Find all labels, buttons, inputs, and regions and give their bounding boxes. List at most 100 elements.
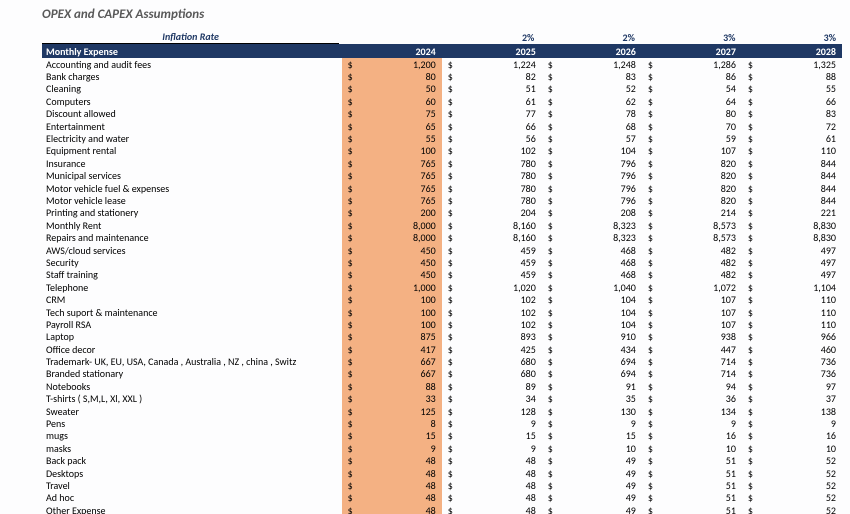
value-cell[interactable]: $72 [742,120,842,133]
value-cell[interactable]: $110 [742,144,842,157]
row-label[interactable]: Desktops [42,467,342,480]
value-cell[interactable]: $9 [742,417,842,430]
value-cell[interactable]: $460 [742,343,842,356]
value-cell[interactable]: $100 [342,318,442,331]
value-cell[interactable]: $48 [442,504,542,514]
value-cell[interactable]: $8,000 [342,231,442,244]
value-cell[interactable]: $221 [742,206,842,219]
row-label[interactable]: T-shirts ( S,M,L, Xl, XXL ) [42,392,342,405]
value-cell[interactable]: $15 [342,429,442,442]
value-cell[interactable]: $68 [542,120,642,133]
row-label[interactable]: Computers [42,95,342,108]
value-cell[interactable]: $52 [742,479,842,492]
value-cell[interactable]: $450 [342,256,442,269]
value-cell[interactable]: $51 [642,454,742,467]
row-label[interactable]: AWS/cloud services [42,244,342,257]
value-cell[interactable]: $497 [742,244,842,257]
year-header-cell[interactable]: 2024 [342,45,442,58]
value-cell[interactable]: $204 [442,206,542,219]
value-cell[interactable]: $52 [742,454,842,467]
value-cell[interactable]: $48 [442,467,542,480]
value-cell[interactable]: $425 [442,343,542,356]
value-cell[interactable]: $34 [442,392,542,405]
value-cell[interactable]: $100 [342,306,442,319]
value-cell[interactable]: $844 [742,157,842,170]
value-cell[interactable]: $938 [642,330,742,343]
value-cell[interactable]: $736 [742,355,842,368]
row-label[interactable]: Accounting and audit fees [42,58,342,71]
value-cell[interactable]: $10 [642,442,742,455]
value-cell[interactable]: $100 [342,144,442,157]
value-cell[interactable]: $1,020 [442,281,542,294]
value-cell[interactable]: $459 [442,256,542,269]
row-label[interactable]: CRM [42,293,342,306]
row-label[interactable]: Insurance [42,157,342,170]
value-cell[interactable]: $468 [542,244,642,257]
row-label[interactable]: Electricity and water [42,132,342,145]
value-cell[interactable]: $1,104 [742,281,842,294]
value-cell[interactable]: $75 [342,107,442,120]
value-cell[interactable]: $8,573 [642,219,742,232]
value-cell[interactable]: $51 [642,467,742,480]
value-cell[interactable]: $16 [742,429,842,442]
value-cell[interactable]: $910 [542,330,642,343]
value-cell[interactable]: $780 [442,157,542,170]
value-cell[interactable]: $434 [542,343,642,356]
value-cell[interactable]: $55 [742,82,842,95]
value-cell[interactable]: $214 [642,206,742,219]
row-label[interactable]: Laptop [42,330,342,343]
value-cell[interactable]: $8,323 [542,231,642,244]
value-cell[interactable]: $796 [542,194,642,207]
value-cell[interactable]: $55 [342,132,442,145]
value-cell[interactable]: $820 [642,182,742,195]
value-cell[interactable]: $8 [342,417,442,430]
value-cell[interactable]: $497 [742,256,842,269]
value-cell[interactable]: $468 [542,256,642,269]
year-header-cell[interactable]: 2027 [642,45,742,58]
value-cell[interactable]: $780 [442,169,542,182]
value-cell[interactable]: $88 [742,70,842,83]
value-cell[interactable]: $70 [642,120,742,133]
value-cell[interactable]: $10 [542,442,642,455]
value-cell[interactable]: $125 [342,405,442,418]
value-cell[interactable]: $91 [542,380,642,393]
row-label[interactable]: Trademark- UK, EU, USA, Canada , Austral… [42,355,342,368]
value-cell[interactable]: $8,830 [742,231,842,244]
row-label[interactable]: mugs [42,429,342,442]
value-cell[interactable]: $104 [542,306,642,319]
value-cell[interactable]: $417 [342,343,442,356]
value-cell[interactable]: $820 [642,169,742,182]
value-cell[interactable]: $65 [342,120,442,133]
row-label[interactable]: Motor vehicle lease [42,194,342,207]
value-cell[interactable]: $765 [342,169,442,182]
value-cell[interactable]: $66 [442,120,542,133]
value-cell[interactable]: $9 [542,417,642,430]
value-cell[interactable]: $1,000 [342,281,442,294]
value-cell[interactable]: $54 [642,82,742,95]
value-cell[interactable]: $9 [342,442,442,455]
value-cell[interactable]: $15 [442,429,542,442]
value-cell[interactable]: $482 [642,256,742,269]
value-cell[interactable]: $8,323 [542,219,642,232]
row-label[interactable]: Tech suport & maintenance [42,306,342,319]
value-cell[interactable]: $796 [542,157,642,170]
value-cell[interactable]: $56 [442,132,542,145]
row-label[interactable]: Motor vehicle fuel & expenses [42,182,342,195]
row-label[interactable]: Other Expense [42,504,342,514]
value-cell[interactable]: $52 [742,467,842,480]
row-label[interactable]: Telephone [42,281,342,294]
inflation-rate-cell[interactable]: 3% [741,31,842,44]
value-cell[interactable]: $104 [542,144,642,157]
value-cell[interactable]: $468 [542,268,642,281]
row-label[interactable]: Security [42,256,342,269]
row-label[interactable]: Travel [42,479,342,492]
value-cell[interactable]: $8,160 [442,219,542,232]
value-cell[interactable]: $86 [642,70,742,83]
value-cell[interactable]: $820 [642,194,742,207]
value-cell[interactable]: $107 [642,318,742,331]
value-cell[interactable]: $1,286 [642,58,742,71]
value-cell[interactable]: $50 [342,82,442,95]
inflation-rate-cell[interactable]: 2% [540,31,641,44]
value-cell[interactable]: $875 [342,330,442,343]
year-header-cell[interactable]: 2026 [542,45,642,58]
